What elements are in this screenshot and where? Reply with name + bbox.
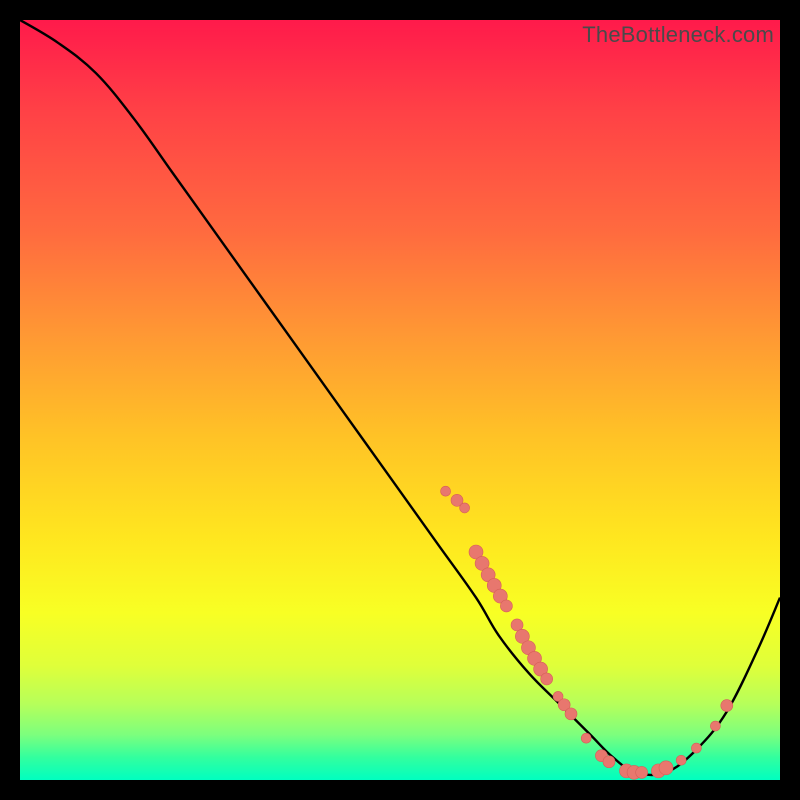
data-dot — [710, 721, 720, 731]
data-dot — [441, 486, 451, 496]
data-dot — [565, 708, 577, 720]
data-dot — [541, 673, 553, 685]
data-dot — [676, 755, 686, 765]
data-dot — [581, 733, 591, 743]
chart-svg — [20, 20, 780, 780]
curve-line — [20, 20, 780, 775]
data-dot — [659, 761, 673, 775]
data-dot — [603, 756, 615, 768]
data-dot — [460, 503, 470, 513]
chart-frame: TheBottleneck.com — [20, 20, 780, 780]
curve-dots — [441, 486, 733, 779]
data-dot — [636, 766, 648, 778]
data-dot — [691, 743, 701, 753]
data-dot — [721, 700, 733, 712]
data-dot — [500, 600, 512, 612]
